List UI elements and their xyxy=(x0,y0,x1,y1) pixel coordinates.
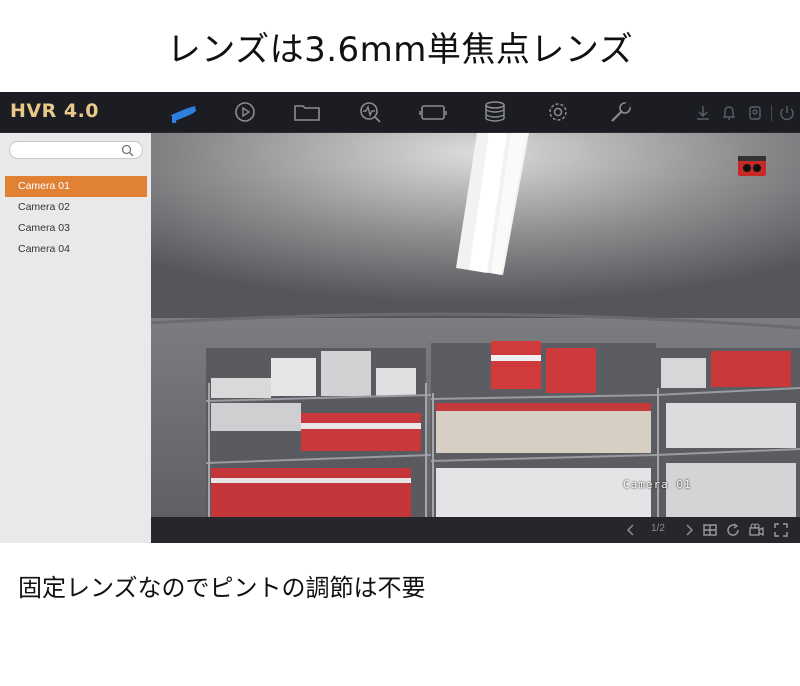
brand-logo: HVR 4.0 xyxy=(10,100,100,122)
camera-list-item-01[interactable]: Camera 01 xyxy=(5,176,147,197)
manual-record-icon[interactable] xyxy=(748,522,764,538)
download-icon[interactable] xyxy=(694,104,712,122)
search-icon[interactable] xyxy=(121,144,134,157)
camera-list-item-02[interactable]: Camera 02 xyxy=(5,197,147,218)
view-control-bar: 1/2 xyxy=(151,517,800,543)
camera-search-input[interactable] xyxy=(18,144,126,163)
headline-title: レンズは3.6mm単焦点レンズ xyxy=(166,30,634,70)
live-video-view[interactable]: Camera 01 xyxy=(151,133,800,517)
page-indicator: 1/2 xyxy=(651,523,665,534)
camera-osd-label: Camera 01 xyxy=(623,478,692,491)
camera-management-icon[interactable] xyxy=(418,100,448,124)
camera-list-item-04[interactable]: Camera 04 xyxy=(5,239,147,260)
camera-sidebar: Camera 01 Camera 02 Camera 03 Camera 04 xyxy=(0,133,151,543)
playback-icon[interactable] xyxy=(230,100,260,124)
storage-disk-icon[interactable] xyxy=(480,100,510,124)
camera-feed-image xyxy=(151,133,800,517)
camera-list-item-03[interactable]: Camera 03 xyxy=(5,218,147,239)
sequence-rotate-icon[interactable] xyxy=(725,522,741,538)
shelf-unit-left xyxy=(205,348,432,517)
maintenance-wrench-icon[interactable] xyxy=(605,100,635,124)
live-view-camera-icon[interactable] xyxy=(168,100,198,124)
smart-analysis-icon[interactable] xyxy=(355,100,385,124)
hvr-application-window: HVR 4.0 Camera 01 Camera 02 Camera 03 Ca… xyxy=(0,92,800,543)
toolbar-divider xyxy=(771,105,772,121)
next-page-icon[interactable] xyxy=(681,522,697,538)
camera-search-box xyxy=(9,141,143,163)
power-icon[interactable] xyxy=(778,104,796,122)
alarm-bell-icon[interactable] xyxy=(720,104,738,122)
layout-grid-icon[interactable] xyxy=(702,522,718,538)
file-folder-icon[interactable] xyxy=(292,100,322,124)
settings-gear-icon[interactable] xyxy=(543,100,573,124)
caption-text: 固定レンズなのでピントの調節は不要 xyxy=(18,574,426,602)
recording-indicator-icon xyxy=(738,156,766,176)
fullscreen-icon[interactable] xyxy=(773,522,789,538)
account-icon[interactable] xyxy=(746,104,764,122)
previous-page-icon[interactable] xyxy=(623,522,639,538)
top-navigation-bar: HVR 4.0 xyxy=(0,92,800,133)
camera-list: Camera 01 Camera 02 Camera 03 Camera 04 xyxy=(5,176,147,260)
shelf-unit-right xyxy=(655,348,800,517)
